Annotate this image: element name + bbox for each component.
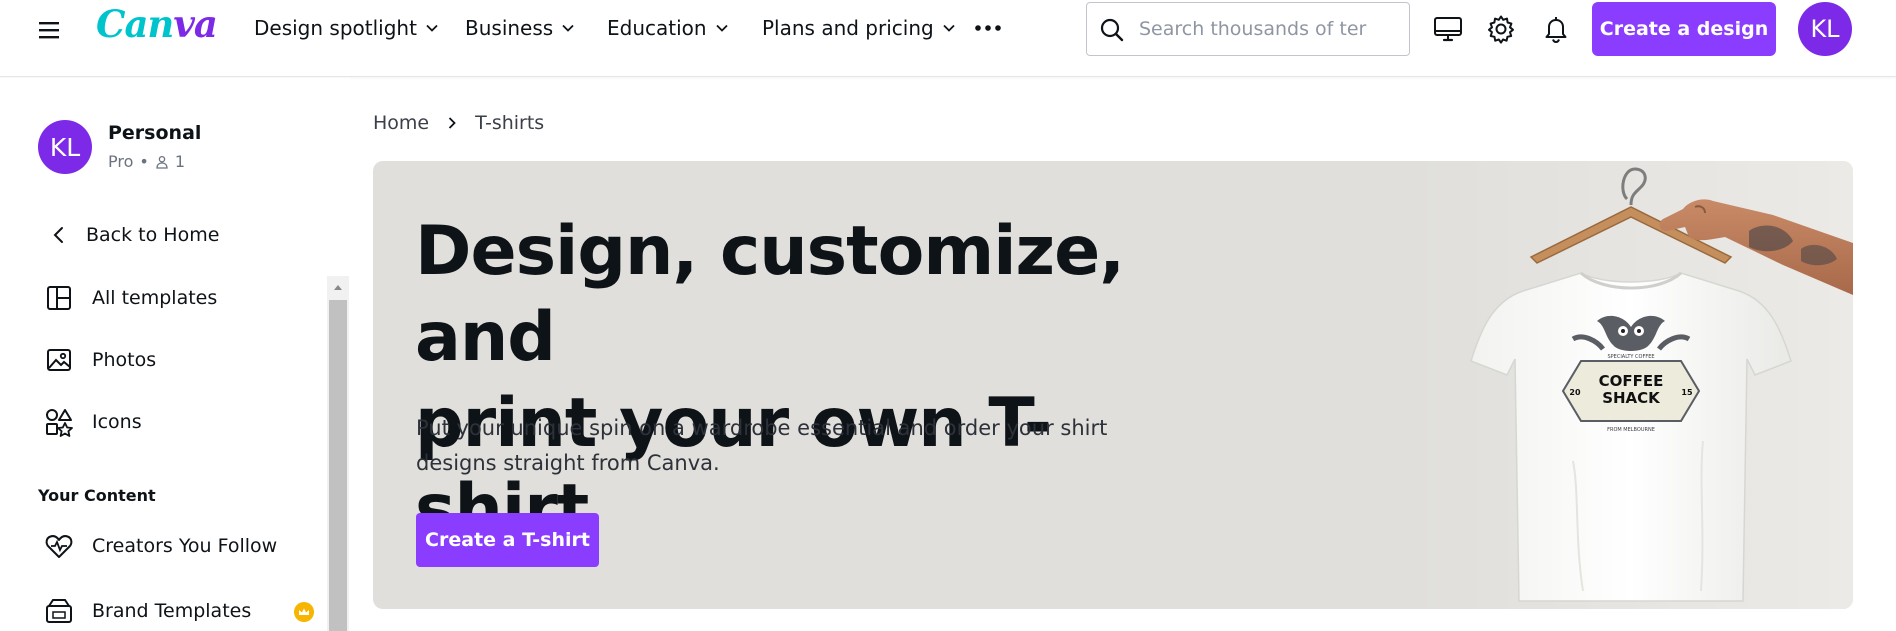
hero-title-line1: Design, customize, and — [415, 212, 1125, 377]
shirt-print-top-arc: SPECIALTY COFFEE — [1607, 354, 1654, 360]
nav-plans-and-pricing[interactable]: Plans and pricing — [762, 16, 956, 40]
account-avatar[interactable]: KL — [1798, 2, 1852, 56]
nav-label: Business — [465, 16, 554, 40]
nav-label: Education — [607, 16, 707, 40]
shirt-print-year-right: 15 — [1681, 388, 1693, 397]
breadcrumb-home-link[interactable]: Home — [373, 112, 429, 134]
heart-icon — [44, 531, 74, 561]
create-tshirt-button[interactable]: Create a T-shirt — [416, 513, 599, 567]
account-name[interactable]: Personal — [108, 122, 201, 144]
sidebar-item-icons[interactable]: Icons — [44, 405, 142, 439]
hero-subtitle-line2: designs straight from Canva. — [416, 451, 720, 475]
hero-title: Design, customize, and print your own T-… — [415, 209, 1215, 553]
sidebar-scrollbar[interactable] — [327, 276, 349, 631]
nav-design-spotlight[interactable]: Design spotlight — [254, 16, 439, 40]
crown-badge-icon — [294, 602, 314, 622]
tshirt-hanger-photo: SPECIALTY COFFEE COFFEE SHACK 20 15 FROM… — [1413, 161, 1853, 609]
sidebar-item-label: Icons — [92, 411, 142, 433]
notification-bell-icon[interactable] — [1540, 13, 1572, 45]
templates-icon — [44, 283, 74, 313]
shapes-icon — [44, 407, 74, 437]
account-plan-info: Pro • 1 — [108, 152, 185, 171]
sidebar-item-label: Photos — [92, 349, 157, 371]
nav-business[interactable]: Business — [465, 16, 575, 40]
settings-gear-icon[interactable] — [1485, 13, 1517, 45]
sidebar-item-label: Creators You Follow — [92, 535, 278, 557]
breadcrumb-current: T-shirts — [475, 112, 545, 134]
chevron-right-icon — [448, 117, 456, 129]
nav-education[interactable]: Education — [607, 16, 729, 40]
hero-subtitle-line1: Put your unique spin on a wardrobe essen… — [416, 416, 1108, 440]
logo-part-b: va — [173, 2, 217, 46]
chevron-down-icon — [943, 24, 955, 32]
sidebar-item-photos[interactable]: Photos — [44, 343, 156, 377]
hero-banner: Design, customize, and print your own T-… — [373, 161, 1853, 609]
shirt-print-year-left: 20 — [1569, 388, 1581, 397]
chevron-down-icon — [562, 24, 574, 32]
more-dots-icon[interactable] — [974, 18, 1002, 38]
sidebar-item-back-to-home[interactable]: Back to Home — [44, 218, 219, 252]
shirt-print-line2: SHACK — [1602, 389, 1661, 407]
nav-label: Design spotlight — [254, 16, 417, 40]
logo-part-a: Can — [96, 2, 174, 46]
section-heading-your-content: Your Content — [38, 486, 156, 505]
chevron-down-icon — [715, 24, 728, 32]
hamburger-menu-icon[interactable] — [36, 16, 64, 44]
person-icon — [156, 155, 168, 169]
shirt-print-line1: COFFEE — [1599, 372, 1664, 390]
sidebar-avatar[interactable]: KL — [38, 120, 92, 174]
top-navigation-bar: Canva Design spotlight Business Educatio… — [0, 0, 1896, 77]
sidebar: KL Personal Pro • 1 Back to Home All tem… — [0, 78, 350, 631]
search-box[interactable] — [1086, 2, 1410, 56]
desktop-icon[interactable] — [1432, 13, 1464, 45]
member-count: 1 — [174, 152, 186, 171]
photo-icon — [44, 345, 74, 375]
sidebar-item-label: Back to Home — [86, 224, 220, 246]
create-design-button[interactable]: Create a design — [1592, 2, 1776, 56]
sidebar-item-brand-templates[interactable]: Brand Templates — [44, 594, 251, 628]
sidebar-item-all-templates[interactable]: All templates — [44, 281, 217, 315]
account-separator: • — [139, 152, 149, 171]
sidebar-item-label: Brand Templates — [92, 600, 252, 622]
breadcrumb: Home T-shirts — [373, 112, 544, 134]
canva-logo[interactable]: Canva — [96, 2, 218, 46]
shirt-print-bottom-arc: FROM MELBOURNE — [1607, 427, 1655, 433]
chevron-down-icon — [426, 24, 438, 32]
search-input[interactable] — [1139, 11, 1401, 47]
hero-subtitle: Put your unique spin on a wardrobe essen… — [416, 411, 1136, 481]
scroll-up-arrow-icon[interactable] — [327, 276, 349, 298]
nav-label: Plans and pricing — [762, 16, 934, 40]
brand-kit-icon — [44, 596, 74, 626]
chevron-left-icon — [44, 220, 74, 250]
sidebar-item-label: All templates — [92, 287, 218, 309]
scrollbar-thumb[interactable] — [329, 300, 347, 631]
sidebar-item-creators-you-follow[interactable]: Creators You Follow — [44, 529, 277, 563]
search-icon — [1100, 18, 1124, 42]
account-plan: Pro — [108, 152, 134, 171]
